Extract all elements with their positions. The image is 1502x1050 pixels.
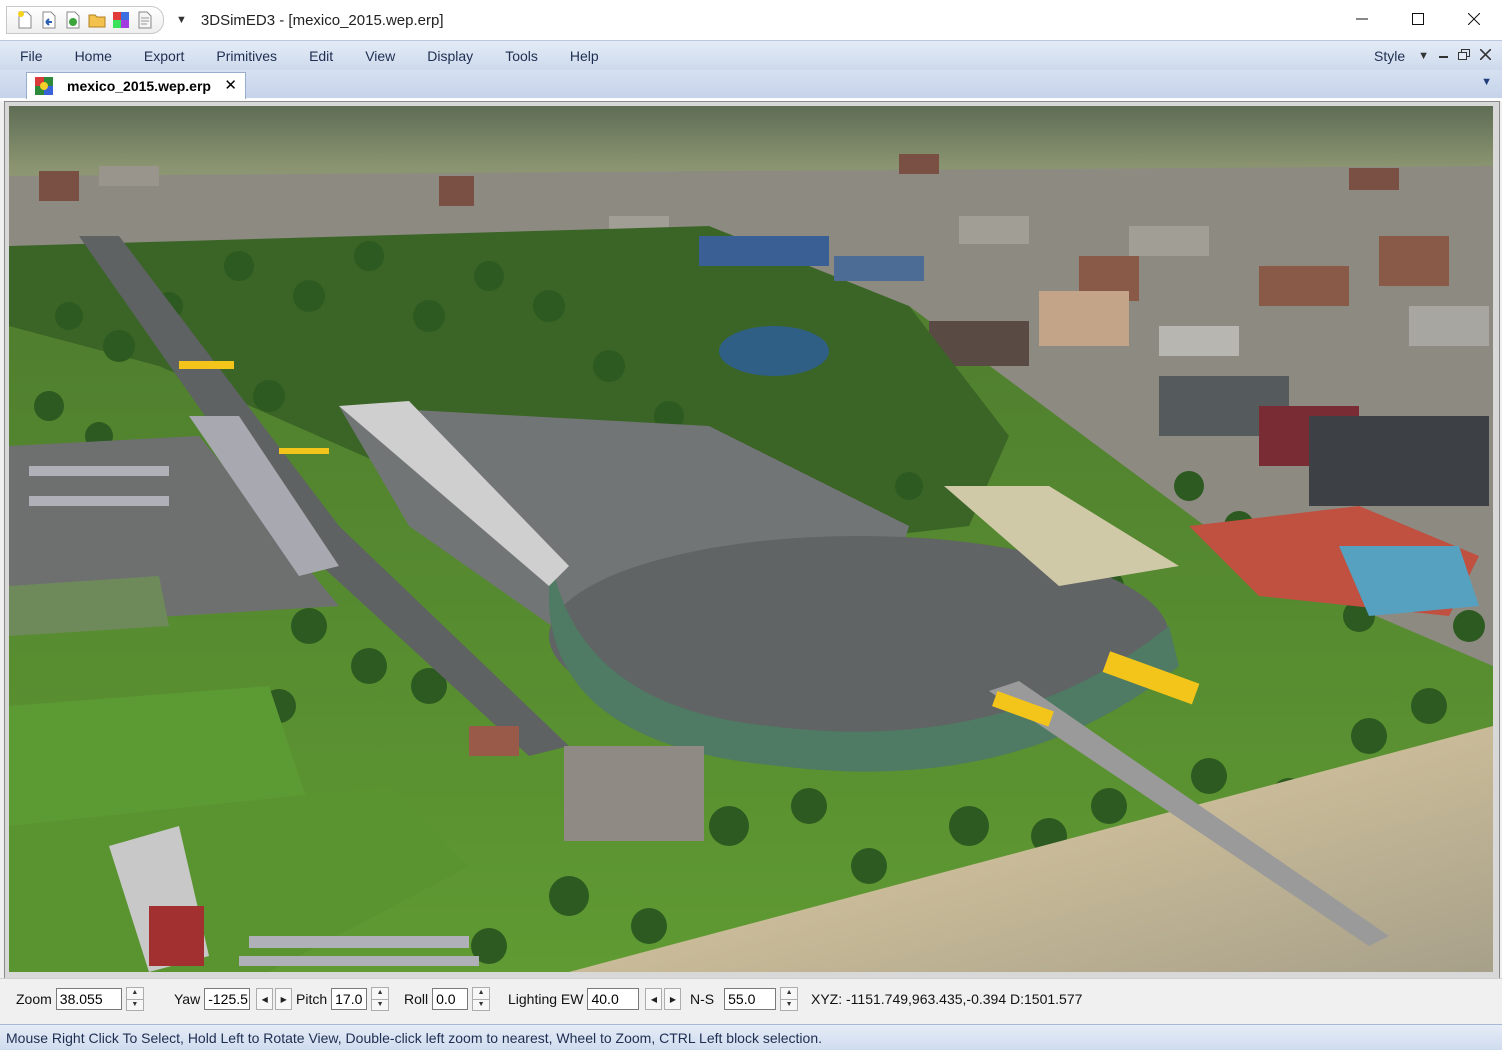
undo-icon[interactable] [39,10,59,30]
redo-icon[interactable] [63,10,83,30]
3d-viewport[interactable] [9,106,1493,972]
lighting-right-arrow[interactable]: ▶ [664,988,682,1010]
title-bar: ▼ 3DSimED3 - [mexico_2015.wep.erp] [0,0,1502,40]
tab-overflow-icon[interactable]: ▼ [1481,76,1492,88]
ns-input[interactable]: 55.0 [724,988,777,1010]
ns-control: N-S 55.0 ▲ ▼ [690,987,799,1011]
zoom-label: Zoom [16,991,52,1007]
menu-home[interactable]: Home [59,41,128,71]
new-file-icon[interactable] [15,10,35,30]
arena-building [699,236,829,266]
zoom-input[interactable]: 38.055 [55,988,122,1010]
gantry-banner-2 [279,448,329,454]
left-stand [9,576,169,636]
tab-close-icon[interactable]: ✕ [224,76,237,94]
app-document-icon [35,77,53,95]
roll-label: Roll [404,991,429,1007]
window-title: 3DSimED3 - [mexico_2015.wep.erp] [200,11,444,29]
tab-label: mexico_2015.wep.erp [67,78,211,94]
status-text: Mouse Right Click To Select, Hold Left t… [6,1030,822,1046]
small-building [469,726,519,756]
menu-display[interactable]: Display [411,41,489,71]
lighting-left-arrow[interactable]: ◀ [645,988,663,1010]
quick-access-toolbar [6,6,164,34]
menu-export[interactable]: Export [128,41,200,71]
yaw-input[interactable]: -125.5 [204,988,251,1010]
yaw-left-arrow[interactable]: ◀ [256,988,274,1010]
status-bar: Mouse Right Click To Select, Hold Left t… [0,1024,1502,1050]
3d-scene-render [9,106,1493,972]
roll-input[interactable]: 0.0 [432,988,469,1010]
pitch-spinner[interactable]: ▲ ▼ [371,987,390,1011]
quick-access-dropdown[interactable]: ▼ [176,14,187,26]
zoom-spinner[interactable]: ▲ ▼ [125,987,144,1011]
pitch-label: Pitch [296,991,328,1007]
lighting-ew-control: Lighting EW 40.0 ◀ ▶ [508,987,682,1011]
style-menu[interactable]: Style [1374,48,1405,64]
lighting-ew-input[interactable]: 40.0 [587,988,640,1010]
menu-bar: File Home Export Primitives Edit View Di… [0,40,1502,71]
xyz-readout: XYZ: -1151.749,963.435,-0.394 D:1501.577 [811,991,1083,1007]
zoom-control: Zoom 38.055 ▲ ▼ [16,987,144,1011]
red-structure [149,906,204,966]
menu-edit[interactable]: Edit [293,41,349,71]
menu-right-controls: Style ▼ [1374,41,1496,71]
main-menu: File Home Export Primitives Edit View Di… [0,41,1502,71]
roll-control: Roll 0.0 ▲ ▼ [404,987,491,1011]
menu-tools[interactable]: Tools [489,41,554,71]
roll-spinner[interactable]: ▲ ▼ [472,987,491,1011]
yaw-right-arrow[interactable]: ▶ [275,988,293,1010]
ns-label: N-S [690,991,715,1007]
gantry-banner [179,361,234,369]
menu-help[interactable]: Help [554,41,615,71]
close-icon[interactable] [1446,0,1502,38]
open-folder-icon[interactable] [87,10,107,30]
maximize-icon[interactable] [1390,0,1446,38]
lighting-ew-label: Lighting EW [508,991,584,1007]
media-building [564,746,704,841]
window-controls [1334,0,1502,38]
tab-mexico-2015[interactable]: mexico_2015.wep.erp ✕ [26,72,246,99]
menu-file[interactable]: File [4,41,59,71]
yaw-label: Yaw [174,991,201,1007]
menu-primitives[interactable]: Primitives [200,41,293,71]
arena-building-2 [834,256,924,281]
pitch-control: Pitch 17.0 ▲ ▼ [296,987,390,1011]
style-dropdown-icon[interactable]: ▼ [1418,50,1429,62]
document-tab-strip: mexico_2015.wep.erp ✕ ▼ [0,70,1502,101]
yaw-control: Yaw -125.5 ◀ ▶ [174,987,293,1011]
pitch-input[interactable]: 17.0 [331,988,368,1010]
view-control-bar: Zoom 38.055 ▲ ▼ Yaw -125.5 ◀ ▶ Pitch 17.0… [0,978,1502,1019]
mdi-close-icon[interactable] [1479,48,1492,63]
mdi-minimize-icon[interactable] [1439,50,1448,62]
dome-building [719,326,829,376]
color-palette-icon[interactable] [111,10,131,30]
ns-spinner[interactable]: ▲ ▼ [780,987,799,1011]
minimize-icon[interactable] [1334,0,1390,38]
document-icon[interactable] [135,10,155,30]
menu-view[interactable]: View [349,41,411,71]
mdi-restore-icon[interactable] [1458,49,1470,63]
viewport-frame [4,101,1500,979]
